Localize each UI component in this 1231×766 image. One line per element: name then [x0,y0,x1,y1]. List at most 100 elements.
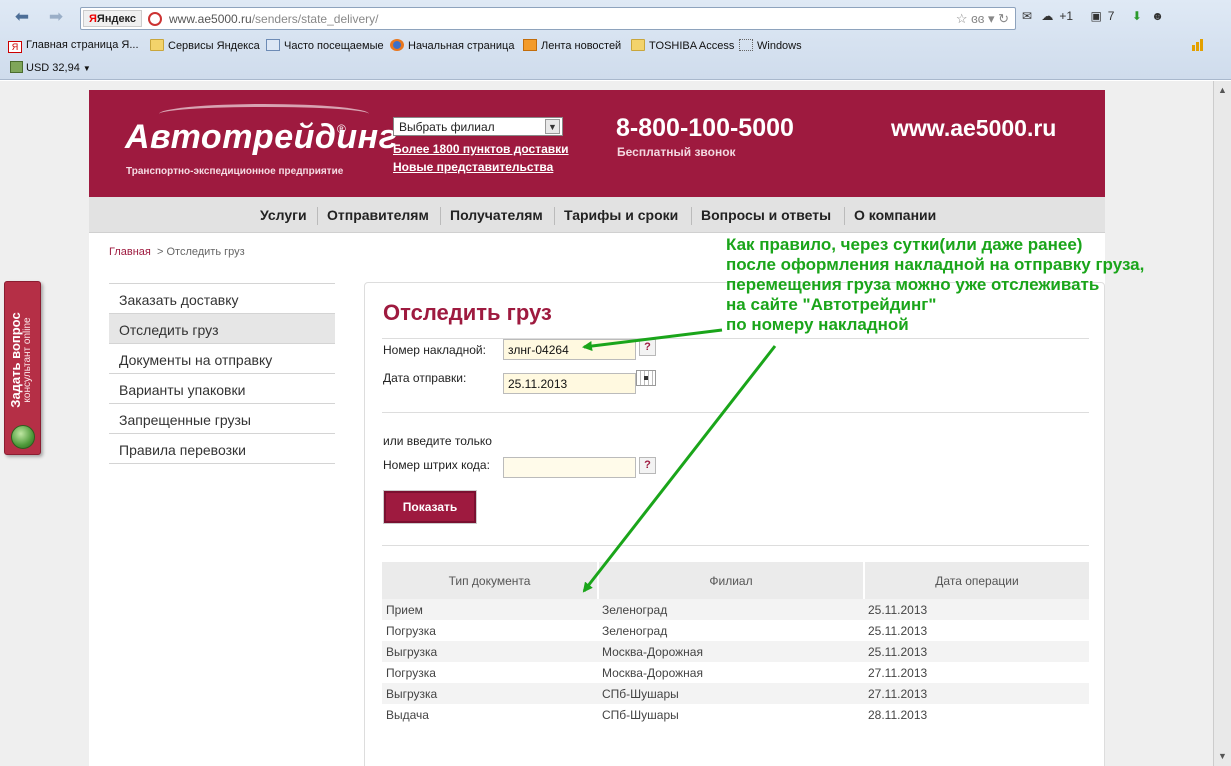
cell-doc-type: Погрузка [382,620,598,641]
forward-icon[interactable]: ➡ [44,6,68,28]
sidebar-item-rules[interactable]: Правила перевозки [109,433,335,463]
logo-subtitle: Транспортно-экспедиционное предприятие [126,166,344,177]
cell-date: 25.11.2013 [864,641,1089,662]
scroll-up-icon[interactable]: ▲ [1217,85,1228,96]
column-header-date: Дата операции [864,562,1089,599]
yandex-icon: Я [8,41,22,53]
menu-item-receivers[interactable]: Получателям [450,207,543,223]
barcode-help-icon[interactable]: ? [639,457,656,474]
phone-subtitle: Бесплатный звонок [617,145,736,159]
table-row: Погрузка Москва-Дорожная 27.11.2013 [382,662,1089,683]
yandex-badge[interactable]: ЯЯндекс [83,10,143,27]
annotation-line: Как правило, через сутки(или даже ранее) [726,235,1083,254]
page-title: Отследить груз [383,300,552,325]
tracking-panel: Отследить груз Номер накладной: злнг-042… [364,282,1105,766]
annotation-line: по номеру накладной [726,315,909,334]
site-header: Автотрейдинг ® Транспортно-экспедиционно… [89,90,1105,197]
dropdown-arrow-icon[interactable]: ▾ [988,11,995,26]
sidebar-item-prohibited[interactable]: Запрещенные грузы [109,403,335,433]
branch-select[interactable]: Выбрать филиал ▼ [393,117,563,136]
waybill-help-icon[interactable]: ? [639,339,656,356]
menu-item-about[interactable]: О компании [854,207,936,223]
column-header-doc-type: Тип документа [382,562,599,599]
calendar-icon[interactable] [636,370,656,386]
bookmark-label: Начальная страница [408,40,515,52]
cell-branch: СПб-Шушары [598,683,864,704]
bookmark-label: Главная страница Я... [26,39,139,51]
new-offices-link[interactable]: Новые представительства [393,160,553,174]
cell-branch: СПб-Шушары [598,704,864,725]
download-icon[interactable]: ⬇ [1132,9,1142,23]
bookmark-label: Часто посещаемые [284,40,384,52]
bookmark-item[interactable]: Windows [739,39,802,52]
menu-separator [317,207,318,225]
back-icon[interactable]: ⬅ [10,6,34,28]
cell-branch: Зеленоград [598,620,864,641]
barcode-input[interactable] [503,457,636,478]
currency-widget[interactable]: USD 32,94 ▼ [10,61,91,74]
bookmark-item[interactable]: Я Главная страница Я... [8,39,139,53]
sidebar-item-packaging[interactable]: Варианты упаковки [109,373,335,403]
sidebar-item-track[interactable]: Отследить груз [109,313,335,343]
sidebar-item-documents[interactable]: Документы на отправку [109,343,335,373]
money-icon [10,61,23,73]
reload-icon[interactable]: ↻ [998,11,1009,26]
notifications-icon[interactable]: ▣ [1090,9,1101,23]
cell-doc-type: Выдача [382,704,598,725]
registered-mark: ® [337,122,346,136]
breadcrumb-home[interactable]: Главная [109,246,151,258]
bookmark-item[interactable]: Лента новостей [523,39,621,52]
table-row: Погрузка Зеленоград 25.11.2013 [382,620,1089,641]
site-container: Автотрейдинг ® Транспортно-экспедиционно… [89,90,1105,766]
bookmark-item[interactable]: TOSHIBA Access [631,39,734,52]
cell-doc-type: Погрузка [382,662,598,683]
url-text[interactable]: www.ae5000.ru/senders/state_delivery/ [169,12,378,26]
cell-date: 27.11.2013 [864,662,1089,683]
annotation-line: после оформления накладной на отправку г… [726,255,1145,274]
table-row: Выдача СПб-Шушары 28.11.2013 [382,704,1089,725]
bookmark-item[interactable]: Начальная страница [390,39,514,52]
sidebar-item-order[interactable]: Заказать доставку [109,283,335,313]
waybill-input[interactable]: злнг-04264 [503,339,636,360]
mail-icon[interactable]: ✉ [1022,9,1032,23]
cell-date: 27.11.2013 [864,683,1089,704]
or-text: или введите только [383,434,492,448]
site-url: www.ae5000.ru [891,115,1057,141]
vertical-scrollbar[interactable]: ▲ ▼ [1213,81,1231,766]
globe-icon [11,425,35,449]
phone-number: 8-800-100-5000 [616,114,794,142]
ask-question-tab[interactable]: Задать вопрос консультант online [4,281,41,455]
menu-item-faq[interactable]: Вопросы и ответы [701,207,831,223]
chevron-down-icon: ▼ [545,119,560,134]
results-table: Тип документа Филиал Дата операции Прием… [382,562,1089,725]
cell-doc-type: Выгрузка [382,683,598,704]
site-logo[interactable]: Автотрейдинг [125,118,397,157]
bookmark-star-icon[interactable]: ☆ [956,11,968,26]
menu-separator [844,207,845,225]
currency-value: USD 32,94 [26,62,80,74]
menu-item-services[interactable]: Услуги [260,207,307,223]
bookmark-item[interactable]: Часто посещаемые [266,39,384,52]
date-input[interactable]: 25.11.2013 [503,373,636,394]
cell-date: 25.11.2013 [864,620,1089,641]
weather-icon[interactable]: ☁ [1041,9,1053,23]
scroll-down-icon[interactable]: ▼ [1217,751,1228,762]
main-menu: Услуги Отправителям Получателям Тарифы и… [89,197,1105,233]
menu-separator [691,207,692,225]
browser-tools: ✉ ☁ +1 ▣ 7 ⬇ ☻ [1022,9,1170,23]
divider [382,338,1089,339]
glasses-icon[interactable]: ɞɞ [971,11,984,26]
menu-item-senders[interactable]: Отправителям [327,207,429,223]
star-page-icon [266,39,280,51]
url-actions: ☆ ɞɞ ▾ ↻ [956,11,1009,27]
cell-branch: Зеленоград [598,599,864,620]
delivery-points-link[interactable]: Более 1800 пунктов доставки [393,142,569,156]
show-button[interactable]: Показать [384,491,476,523]
url-domain: www.ae5000.ru [169,12,252,26]
profile-icon[interactable]: ☻ [1151,9,1164,23]
menu-item-tariffs[interactable]: Тарифы и сроки [564,207,678,223]
menu-separator [554,207,555,225]
bookmark-item[interactable]: Сервисы Яндекса [150,39,260,52]
address-bar[interactable]: ЯЯндекс www.ae5000.ru/senders/state_deli… [80,7,1016,30]
divider [382,412,1089,413]
